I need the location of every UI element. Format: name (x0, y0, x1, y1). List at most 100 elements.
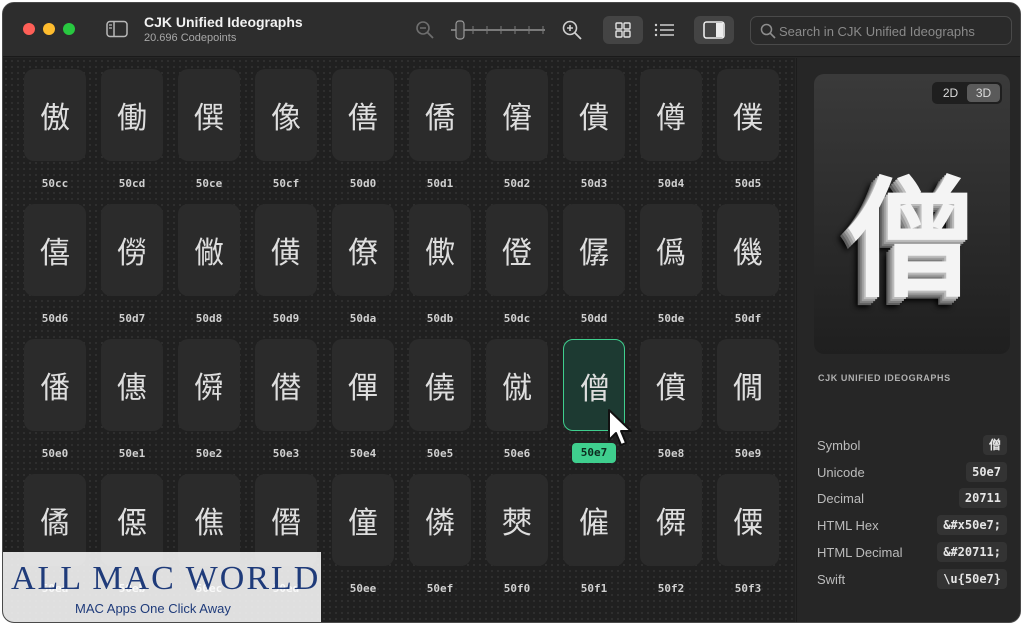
property-value[interactable]: &#x50e7; (937, 515, 1007, 535)
list-view-button[interactable] (647, 16, 683, 44)
property-value[interactable]: 僧 (982, 435, 1007, 455)
glyph-character: 僞 (656, 236, 686, 271)
glyph-cell-50ce[interactable]: 僎 (178, 69, 240, 161)
glyph-cell-50ef[interactable]: 僯 (409, 474, 471, 566)
glyph-cell-50d1[interactable]: 僑 (409, 69, 471, 161)
grid-view-button[interactable] (603, 16, 643, 44)
glyph-code-label: 50e9 (734, 447, 762, 460)
zoom-slider[interactable] (449, 20, 547, 40)
property-row: Unicode 50e7 (817, 462, 1007, 484)
glyph-cell-50e5[interactable]: 僥 (409, 339, 471, 431)
glyph-cell-50dc[interactable]: 僜 (486, 204, 548, 296)
glyph-code-label: 50e6 (503, 447, 531, 460)
glyph-cell-50ee[interactable]: 僮 (332, 474, 394, 566)
property-value[interactable]: 50e7 (966, 462, 1007, 482)
glyph-cell-50d0[interactable]: 僐 (332, 69, 394, 161)
close-window-button[interactable] (23, 23, 35, 35)
property-key: Decimal (817, 491, 864, 506)
glyph-cell-50dd[interactable]: 僝 (563, 204, 625, 296)
glyph-cell-50df[interactable]: 僟 (717, 204, 779, 296)
minimize-window-button[interactable] (43, 23, 55, 35)
glyph-code-label: 50cf (272, 177, 300, 190)
app-window: CJK Unified Ideographs 20.696 Codepoints (2, 2, 1021, 623)
glyph-cell-50f3[interactable]: 僳 (717, 474, 779, 566)
glyph-code-label: 50dd (580, 312, 608, 325)
glyph-code-label: 50da (349, 312, 377, 325)
list-view-icon (654, 23, 674, 37)
zoom-window-button[interactable] (63, 23, 75, 35)
preview-glyph: 僧 (846, 164, 977, 316)
glyph-cell-50d7[interactable]: 僗 (101, 204, 163, 296)
glyph-cell-50d4[interactable]: 僔 (640, 69, 702, 161)
codepoint-count: 20.696 Codepoints (144, 32, 237, 44)
glyph-cell-50d5[interactable]: 僕 (717, 69, 779, 161)
glyph-code-label: 50de (657, 312, 685, 325)
glyph-character: 僟 (733, 236, 763, 271)
zoom-out-icon[interactable] (415, 20, 435, 40)
mouse-cursor-icon (608, 409, 632, 446)
glyph-cell-50e2[interactable]: 僢 (178, 339, 240, 431)
glyph-character: 僩 (733, 371, 763, 406)
search-icon (760, 23, 776, 39)
search-input[interactable] (779, 21, 1007, 41)
property-value[interactable]: \u{50e7} (937, 569, 1007, 589)
watermark-tagline: MAC Apps One Click Away (75, 601, 231, 616)
glyph-cell-50de[interactable]: 僞 (640, 204, 702, 296)
glyph-character: 僤 (348, 371, 378, 406)
glyph-cell-50f2[interactable]: 僲 (640, 474, 702, 566)
property-row: Decimal 20711 (817, 488, 1007, 510)
glyph-cell-50e6[interactable]: 僦 (486, 339, 548, 431)
glyph-cell-50e8[interactable]: 僨 (640, 339, 702, 431)
glyph-character: 僔 (656, 101, 686, 136)
glyph-cell-50db[interactable]: 僛 (409, 204, 471, 296)
property-row: Symbol 僧 (817, 435, 1007, 457)
glyph-cell-50d2[interactable]: 僒 (486, 69, 548, 161)
glyph-cell-50f0[interactable]: 僰 (486, 474, 548, 566)
glyph-code-label: 50d6 (41, 312, 69, 325)
search-field[interactable] (750, 16, 1012, 45)
glyph-cell-50cc[interactable]: 傲 (24, 69, 86, 161)
glyph-cell-50da[interactable]: 僚 (332, 204, 394, 296)
property-value[interactable]: 20711 (958, 488, 1007, 508)
glyph-cell-50d6[interactable]: 僖 (24, 204, 86, 296)
property-value[interactable]: &#20711; (937, 542, 1007, 562)
mode-3d-button[interactable]: 3D (967, 84, 1000, 102)
glyph-character: 僓 (579, 101, 609, 136)
glyph-cell-50f1[interactable]: 僱 (563, 474, 625, 566)
mode-2d-button[interactable]: 2D (934, 84, 967, 102)
glyph-character: 僱 (579, 506, 609, 541)
glyph-cell-50e0[interactable]: 僠 (24, 339, 86, 431)
glyph-code-label: 50d0 (349, 177, 377, 190)
glyph-code-label: 50e0 (41, 447, 69, 460)
glyph-cell-50e3[interactable]: 僣 (255, 339, 317, 431)
glyph-cell-50d8[interactable]: 僘 (178, 204, 240, 296)
glyph-character: 僙 (271, 236, 301, 271)
preview-mode-toggle[interactable]: 2D 3D (932, 82, 1002, 104)
glyph-character: 僚 (348, 236, 378, 271)
glyph-code-label: 50e5 (426, 447, 454, 460)
glyph-character: 僘 (194, 236, 224, 271)
glyph-cell-50e9[interactable]: 僩 (717, 339, 779, 431)
glyph-character: 僨 (656, 371, 686, 406)
glyph-character: 僳 (733, 506, 763, 541)
watermark-logo: ALL MAC WORLD (11, 560, 321, 597)
glyph-cell-50e4[interactable]: 僤 (332, 339, 394, 431)
inspector-toggle-button[interactable] (694, 16, 734, 44)
glyph-cell-50cd[interactable]: 働 (101, 69, 163, 161)
property-row: HTML Decimal &#20711; (817, 542, 1007, 564)
glyph-character: 働 (117, 101, 147, 136)
glyph-code-label: 50f3 (734, 582, 762, 595)
window-title: CJK Unified Ideographs (144, 14, 303, 30)
sidebar-toggle-icon[interactable] (106, 20, 128, 38)
glyph-code-label: 50e4 (349, 447, 377, 460)
glyph-character: 僰 (502, 506, 532, 541)
glyph-cell-50cf[interactable]: 像 (255, 69, 317, 161)
glyph-cell-50d9[interactable]: 僙 (255, 204, 317, 296)
glyph-cell-50d3[interactable]: 僓 (563, 69, 625, 161)
glyph-character: 僦 (502, 371, 532, 406)
glyph-cell-50e1[interactable]: 僡 (101, 339, 163, 431)
block-name: CJK UNIFIED IDEOGRAPHS (818, 373, 951, 383)
glyph-code-label: 50ce (195, 177, 223, 190)
zoom-in-icon[interactable] (561, 19, 583, 41)
glyph-code-label: 50ef (426, 582, 454, 595)
